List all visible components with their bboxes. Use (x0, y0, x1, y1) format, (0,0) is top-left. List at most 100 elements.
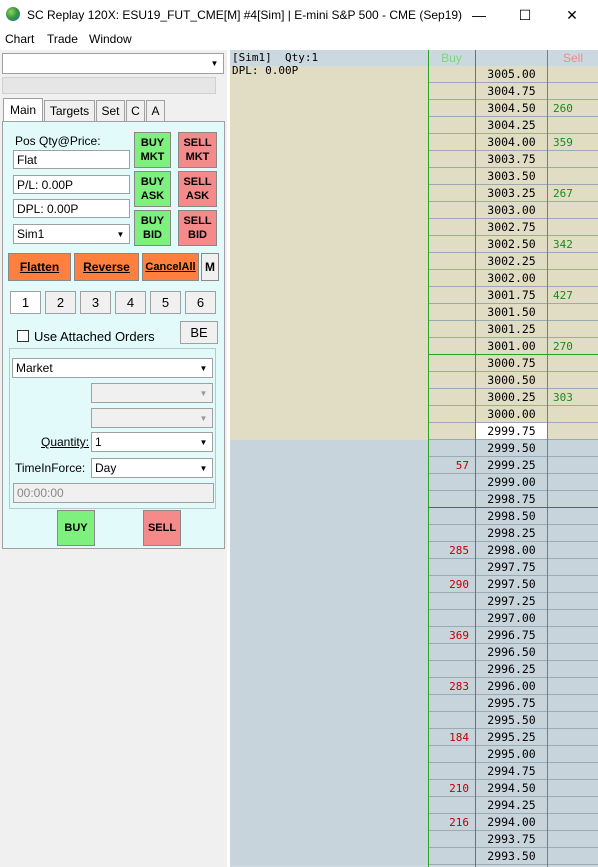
sell-volume-cell[interactable] (548, 712, 598, 729)
buy-volume-cell[interactable] (428, 559, 475, 576)
order-area-cell[interactable] (230, 287, 428, 304)
buy-volume-cell[interactable] (428, 525, 475, 542)
price-row[interactable]: 3002.25 (230, 253, 598, 270)
sell-volume-cell[interactable] (548, 474, 598, 491)
order-area-cell[interactable] (230, 185, 428, 202)
sell-volume-cell[interactable]: 359 (548, 134, 598, 151)
sell-volume-cell[interactable]: 342 (548, 236, 598, 253)
sell-volume-cell[interactable] (548, 525, 598, 542)
sell-volume-cell[interactable] (548, 576, 598, 593)
buy-volume-cell[interactable] (428, 797, 475, 814)
price-row[interactable]: 2995.50 (230, 712, 598, 729)
order-area-cell[interactable] (230, 559, 428, 576)
cancel-all-button[interactable]: CancelAll (142, 253, 199, 281)
flatten-button[interactable]: Flatten (8, 253, 71, 281)
price-row[interactable]: 216 2994.00 (230, 814, 598, 831)
sell-volume-cell[interactable]: 303 (548, 389, 598, 406)
reverse-button[interactable]: Reverse (74, 253, 139, 281)
buy-volume-cell[interactable] (428, 287, 475, 304)
price-row[interactable]: 3004.50 260 (230, 100, 598, 117)
menu-window[interactable]: Window (89, 32, 132, 46)
order-area-cell[interactable] (230, 151, 428, 168)
buy-volume-cell[interactable] (428, 593, 475, 610)
sell-bid-button[interactable]: SELL BID (178, 210, 217, 246)
price-row[interactable]: 3003.25 267 (230, 185, 598, 202)
order-area-cell[interactable] (230, 848, 428, 865)
buy-volume-cell[interactable]: 290 (428, 576, 475, 593)
sell-volume-cell[interactable]: 270 (548, 338, 598, 355)
buy-volume-cell[interactable] (428, 644, 475, 661)
price-row[interactable]: 2996.50 (230, 644, 598, 661)
price-row[interactable]: 283 2996.00 (230, 678, 598, 695)
order-area-cell[interactable] (230, 304, 428, 321)
price-row[interactable]: 2999.75 (230, 423, 598, 440)
price-row[interactable]: 2998.75 (230, 491, 598, 508)
buy-volume-cell[interactable] (428, 236, 475, 253)
order-area-cell[interactable] (230, 729, 428, 746)
order-area-cell[interactable] (230, 831, 428, 848)
price-row[interactable]: 3002.50 342 (230, 236, 598, 253)
attached-orders-checkbox[interactable] (17, 330, 29, 342)
price-row[interactable]: 2994.75 (230, 763, 598, 780)
sell-volume-cell[interactable] (548, 321, 598, 338)
price-row[interactable]: 369 2996.75 (230, 627, 598, 644)
sell-volume-cell[interactable] (548, 848, 598, 865)
sell-volume-cell[interactable] (548, 372, 598, 389)
buy-volume-cell[interactable] (428, 66, 475, 83)
order-area-cell[interactable] (230, 457, 428, 474)
order-area-cell[interactable] (230, 763, 428, 780)
buy-volume-cell[interactable] (428, 134, 475, 151)
sell-volume-cell[interactable]: 427 (548, 287, 598, 304)
price-row[interactable]: 2997.75 (230, 559, 598, 576)
buy-volume-cell[interactable] (428, 389, 475, 406)
buy-volume-cell[interactable]: 216 (428, 814, 475, 831)
sell-volume-cell[interactable] (548, 253, 598, 270)
symbol-combo[interactable]: ▼ (2, 53, 224, 74)
price-row[interactable]: 3003.50 (230, 168, 598, 185)
be-button[interactable]: BE (180, 321, 218, 344)
sell-volume-cell[interactable] (548, 270, 598, 287)
order-area-cell[interactable] (230, 372, 428, 389)
buy-volume-cell[interactable] (428, 423, 475, 440)
m-button[interactable]: M (201, 253, 219, 281)
buy-volume-cell[interactable] (428, 117, 475, 134)
sell-volume-cell[interactable] (548, 83, 598, 100)
price-row[interactable]: 210 2994.50 (230, 780, 598, 797)
time-in-force-select[interactable]: Day ▼ (91, 458, 213, 478)
quantity-4-button[interactable]: 4 (115, 291, 146, 314)
time-field[interactable]: 00:00:00 (13, 483, 214, 503)
order-area-cell[interactable] (230, 797, 428, 814)
order-area-cell[interactable] (230, 321, 428, 338)
order-area-cell[interactable] (230, 83, 428, 100)
price-2-select[interactable]: ▼ (91, 408, 213, 428)
sell-volume-cell[interactable] (548, 797, 598, 814)
price-row[interactable]: 3001.00 270 (230, 338, 598, 355)
order-type-select[interactable]: Market ▼ (12, 358, 213, 378)
price-row[interactable]: 2996.25 (230, 661, 598, 678)
buy-volume-cell[interactable] (428, 253, 475, 270)
price-row[interactable]: 2997.25 (230, 593, 598, 610)
order-area-cell[interactable] (230, 746, 428, 763)
sell-ask-button[interactable]: SELL ASK (178, 171, 217, 207)
quantity-6-button[interactable]: 6 (185, 291, 216, 314)
buy-ask-button[interactable]: BUY ASK (134, 171, 171, 207)
order-area-cell[interactable] (230, 695, 428, 712)
price-row[interactable]: 2993.50 (230, 848, 598, 865)
sell-volume-cell[interactable]: 267 (548, 185, 598, 202)
sell-volume-cell[interactable] (548, 678, 598, 695)
sell-volume-cell[interactable] (548, 117, 598, 134)
order-area-cell[interactable] (230, 678, 428, 695)
sell-volume-cell[interactable] (548, 763, 598, 780)
buy-volume-cell[interactable] (428, 338, 475, 355)
price-row[interactable]: 3001.75 427 (230, 287, 598, 304)
buy-volume-cell[interactable] (428, 270, 475, 287)
sell-volume-cell[interactable] (548, 814, 598, 831)
account-select[interactable]: Sim1 ▼ (13, 224, 130, 244)
buy-volume-cell[interactable]: 184 (428, 729, 475, 746)
sell-volume-cell[interactable] (548, 219, 598, 236)
order-area-cell[interactable] (230, 661, 428, 678)
buy-volume-cell[interactable] (428, 185, 475, 202)
sell-volume-cell[interactable] (548, 406, 598, 423)
quantity-2-button[interactable]: 2 (45, 291, 76, 314)
buy-volume-cell[interactable] (428, 712, 475, 729)
